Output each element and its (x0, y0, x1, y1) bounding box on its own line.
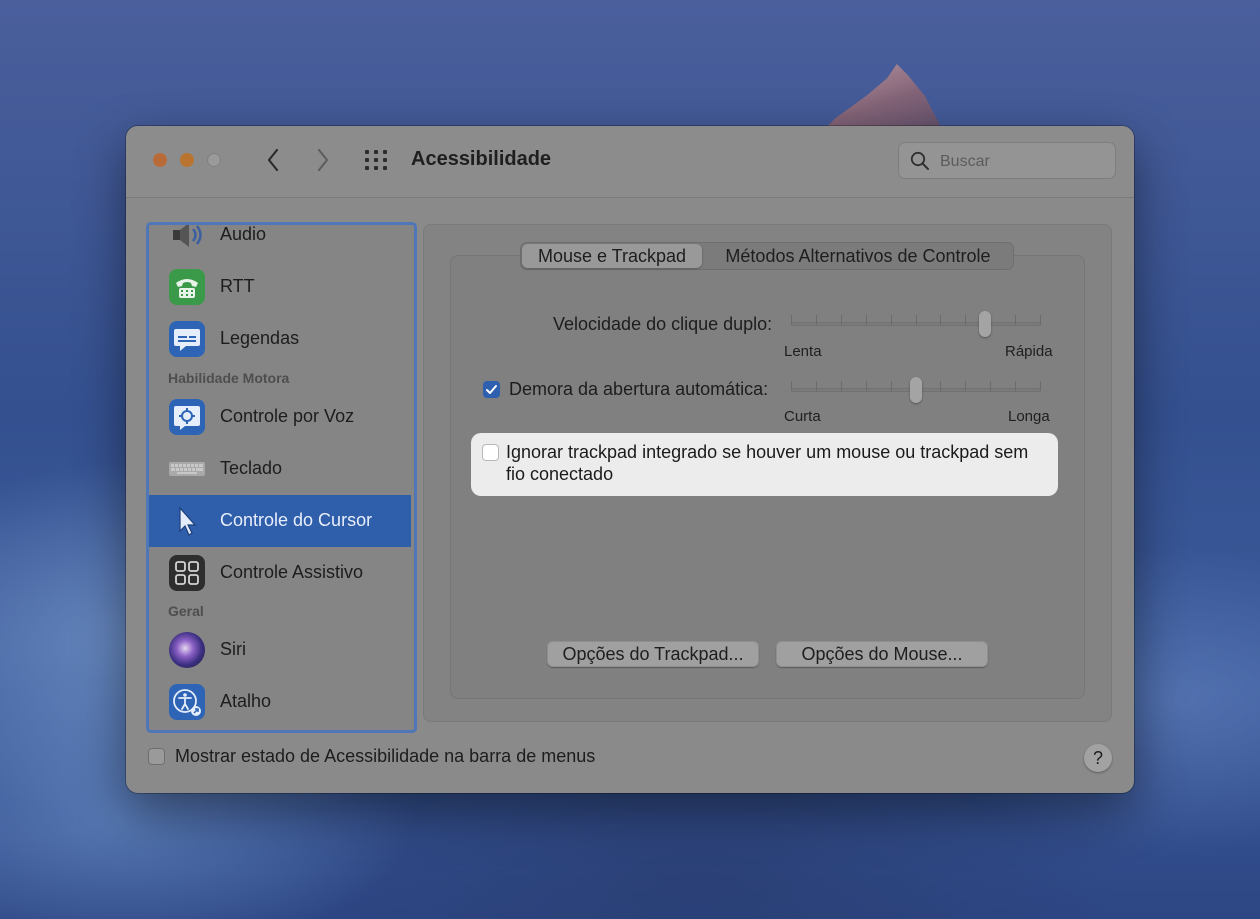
sidebar-item-controle-do-cursor[interactable]: Controle do Cursor (149, 495, 411, 547)
ignore-trackpad-label: Ignorar trackpad integrado se houver um … (506, 442, 1029, 484)
slider-tick (816, 315, 817, 325)
show-status-label: Mostrar estado de Acessibilidade na barr… (175, 746, 596, 766)
tab-bar: Mouse e Trackpad Métodos Alternativos de… (520, 242, 1014, 270)
siri-icon (169, 632, 205, 668)
slider-tick (791, 315, 792, 325)
sidebar-item-label: Legendas (220, 328, 300, 348)
slider-max-label: Longa (1008, 408, 1050, 425)
help-button[interactable]: ? (1084, 744, 1112, 772)
sidebar-item-controle-por-voz[interactable]: Controle por Voz (149, 391, 414, 443)
tab-alternative-control-methods[interactable]: Métodos Alternativos de Controle (706, 242, 1010, 270)
slider-thumb[interactable] (910, 377, 922, 403)
search-field[interactable] (898, 142, 1116, 181)
pointer-icon (169, 503, 205, 539)
slider-tick (990, 381, 991, 391)
show-all-grid-icon[interactable] (365, 150, 391, 172)
sidebar-item-label: Atalho (220, 691, 272, 711)
sidebar-item-label: Teclado (220, 458, 283, 478)
slider-thumb[interactable] (979, 311, 991, 337)
spring-loading-label: Demora da abertura automática: (509, 379, 769, 399)
double-click-speed-slider[interactable] (791, 309, 1041, 339)
ignore-trackpad-option: Ignorar trackpad integrado se houver um … (471, 433, 1058, 496)
slider-max-label: Rápida (1005, 343, 1053, 360)
slider-tick (1015, 381, 1016, 391)
checkmark-icon (486, 385, 497, 394)
section-header-general: Geral (168, 603, 204, 619)
show-status-checkbox[interactable] (148, 748, 165, 765)
search-icon (910, 151, 929, 170)
switch-grid-icon (169, 555, 205, 591)
double-click-speed-label: Velocidade do clique duplo: (553, 314, 773, 334)
spring-loading-delay-slider[interactable] (791, 375, 1041, 405)
slider-tick (1015, 315, 1016, 325)
speaker-icon (169, 225, 205, 253)
chevron-left-icon (267, 148, 279, 172)
sidebar-item-label: RTT (220, 276, 255, 296)
slider-tick (1040, 315, 1041, 325)
slider-tick (965, 315, 966, 325)
sidebar-item-label: Controle Assistivo (220, 562, 364, 582)
sidebar: Audio RTT Legendas Habilidade Motora Con… (146, 222, 417, 733)
slider-tick (940, 315, 941, 325)
sidebar-item-rtt[interactable]: RTT (149, 261, 414, 313)
section-header-motor: Habilidade Motora (168, 370, 290, 386)
chevron-right-icon (317, 148, 329, 172)
sidebar-item-teclado[interactable]: Teclado (149, 443, 414, 495)
slider-min-label: Lenta (784, 343, 822, 360)
accessibility-shortcut-icon (169, 684, 205, 720)
sidebar-item-label: Audio (220, 224, 267, 244)
search-input[interactable] (938, 142, 1112, 181)
spring-loading-checkbox[interactable] (483, 381, 500, 398)
slider-min-label: Curta (784, 408, 821, 425)
slider-tick (965, 381, 966, 391)
slider-tick (891, 381, 892, 391)
sidebar-item-legendas[interactable]: Legendas (149, 313, 414, 365)
sidebar-item-label: Controle do Cursor (220, 510, 373, 530)
sidebar-item-controle-assistivo[interactable]: Controle Assistivo (149, 547, 414, 599)
minimize-window-button[interactable] (180, 153, 194, 167)
trackpad-options-button[interactable]: Opções do Trackpad... (547, 641, 759, 667)
voice-control-icon (169, 399, 205, 435)
sidebar-item-atalho[interactable]: Atalho (149, 676, 414, 728)
captions-icon (169, 321, 205, 357)
slider-tick (891, 315, 892, 325)
title-bar: Acessibilidade (126, 126, 1134, 198)
zoom-window-button[interactable] (207, 153, 221, 167)
slider-tick (841, 315, 842, 325)
window-title: Acessibilidade (411, 148, 552, 170)
sidebar-item-siri[interactable]: Siri (149, 624, 414, 676)
sidebar-item-audio[interactable]: Audio (149, 224, 414, 261)
slider-tick (841, 381, 842, 391)
slider-tick (791, 381, 792, 391)
keyboard-icon (169, 451, 205, 487)
ignore-trackpad-checkbox[interactable] (482, 444, 499, 461)
slider-tick (940, 381, 941, 391)
back-button[interactable] (258, 145, 288, 175)
close-window-button[interactable] (153, 153, 167, 167)
slider-tick (1040, 381, 1041, 391)
system-preferences-window: Acessibilidade Audio RTT Legendas Habili… (126, 126, 1134, 793)
slider-tick (866, 315, 867, 325)
slider-tick (816, 381, 817, 391)
slider-tick (916, 315, 917, 325)
slider-tick (866, 381, 867, 391)
mouse-options-button[interactable]: Opções do Mouse... (776, 641, 988, 667)
sidebar-item-label: Controle por Voz (220, 406, 355, 426)
sidebar-item-label: Siri (220, 639, 246, 659)
rtt-phone-icon (169, 269, 205, 305)
tab-mouse-trackpad[interactable]: Mouse e Trackpad (522, 244, 702, 268)
forward-button[interactable] (308, 145, 338, 175)
